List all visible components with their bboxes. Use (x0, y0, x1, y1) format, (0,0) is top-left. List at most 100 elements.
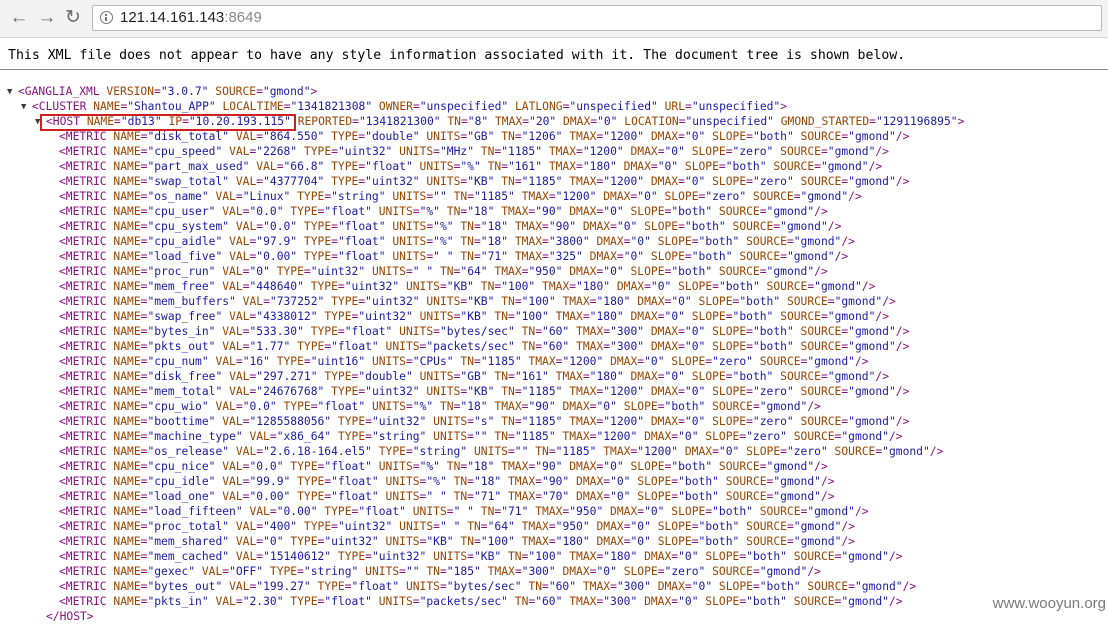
xml-attr-name: VAL (229, 535, 257, 548)
xml-metric-element: <METRIC NAME="load_fifteen" VAL="0.00" T… (59, 505, 869, 518)
forward-arrow-icon[interactable]: → (36, 7, 58, 29)
xml-attr-name: DMAX (555, 400, 590, 413)
url-text[interactable]: 121.14.161.143:8649 (120, 9, 262, 26)
xml-attr-value: "machine_type" (147, 430, 243, 443)
xml-attr-value: " " (412, 265, 434, 278)
xml-metric-element: <METRIC NAME="mem_total" VAL="24676768" … (59, 385, 910, 398)
xml-attr-name: TN (494, 385, 515, 398)
xml-tag-name: <METRIC (59, 430, 107, 443)
xml-attr-value: "300" (610, 325, 645, 338)
xml-attr-name: TMAX (494, 205, 529, 218)
xml-attr-value: "1200" (603, 130, 645, 143)
address-bar[interactable]: 121.14.161.143:8649 (92, 5, 1102, 31)
expand-toggle-icon[interactable]: ▼ (7, 85, 12, 100)
xml-attr-value: "180" (603, 550, 638, 563)
expand-toggle-icon[interactable]: ▼ (21, 100, 26, 115)
xml-attr-value: "mem_free" (147, 280, 216, 293)
xml-attr-value: "1185" (474, 190, 515, 203)
xml-attr-value: "99.9" (249, 475, 291, 488)
xml-attr-name: SLOPE (657, 190, 699, 203)
xml-attr-value: "4338012" (256, 310, 318, 323)
xml-attr-name: TYPE (290, 340, 325, 353)
xml-attr-value: "gmond" (848, 130, 896, 143)
xml-attr-name: SLOPE (705, 325, 747, 338)
xml-attr-value: "cpu_wio" (147, 400, 209, 413)
xml-attr-name: DMAX (644, 340, 679, 353)
xml-attr-value: "KB" (426, 535, 454, 548)
xml-attr-name: NAME (106, 550, 141, 563)
xml-attr-name: UNITS (378, 535, 420, 548)
xml-attr-name: TYPE (371, 445, 406, 458)
xml-attr-name: TYPE (317, 310, 352, 323)
xml-attr-name: VAL (222, 145, 250, 158)
xml-attr-name: TMAX (569, 340, 604, 353)
xml-tag-name: <METRIC (59, 280, 107, 293)
xml-attr-name: DMAX (569, 475, 604, 488)
xml-attr-name: TYPE (290, 490, 325, 503)
xml-attr-value: "both" (678, 475, 719, 488)
xml-attr-name: TMAX (514, 520, 549, 533)
xml-attr-name: TYPE (331, 415, 366, 428)
xml-attr-name: VAL (242, 505, 270, 518)
xml-attr-name: TMAX (508, 235, 543, 248)
xml-attr-value: "%" (433, 235, 454, 248)
xml-attr-value: "gmond" (262, 85, 311, 98)
xml-attr-name: TN (473, 505, 495, 518)
xml-attr-name: SOURCE (725, 220, 774, 233)
xml-attr-name: SLOPE (705, 340, 747, 353)
xml-attr-name: DMAX (576, 220, 611, 233)
xml-attr-value: "float" (337, 220, 386, 233)
xml-attr-value: "proc_run" (147, 265, 216, 278)
xml-attr-name: VAL (215, 265, 243, 278)
xml-attr-value: " " (426, 490, 447, 503)
xml-attr-value: "uint32" (310, 265, 366, 278)
xml-attr-name: UNITS (405, 505, 447, 518)
xml-attr-value: "0" (684, 340, 706, 353)
xml-attr-value: "0" (630, 535, 651, 548)
xml-attr-value: "gmond" (827, 145, 876, 158)
xml-attr-value: "zero" (664, 565, 706, 578)
xml-attr-name: NAME (106, 160, 141, 173)
xml-attr-name: UNITS (392, 520, 434, 533)
xml-attr-value: "90" (528, 400, 556, 413)
xml-tag-name: <METRIC (59, 475, 107, 488)
xml-attr-value: "gmond" (807, 355, 855, 368)
xml-attr-name: VAL (249, 160, 277, 173)
xml-attr-name: DMAX (589, 235, 624, 248)
xml-attr-name: SOURCE (759, 280, 808, 293)
xml-attr-name: SLOPE (623, 265, 665, 278)
xml-attr-name: TYPE (297, 145, 332, 158)
xml-attr-name: DMAX (616, 160, 651, 173)
xml-attr-name: TYPE (283, 205, 318, 218)
xml-attr-name: TMAX (569, 325, 604, 338)
xml-attr-value: "18" (467, 205, 495, 218)
xml-attr-value: "0.0" (242, 400, 277, 413)
xml-attr-name: NAME (106, 265, 141, 278)
xml-root-element[interactable]: ▼ <GANGLIA_XML VERSION="3.0.7" SOURCE="gm… (7, 84, 317, 99)
xml-attr-value: "both" (725, 160, 767, 173)
xml-attr-name: TYPE (297, 220, 332, 233)
xml-attr-value: "161" (508, 160, 543, 173)
xml-attr-name: VAL (222, 250, 250, 263)
xml-attr-value: "0" (684, 175, 706, 188)
page-info-icon[interactable] (100, 11, 113, 24)
xml-attr-value: "950" (569, 505, 604, 518)
xml-attr-value: "1185" (501, 145, 543, 158)
xml-attr-name: TMAX (508, 220, 543, 233)
xml-attr-value: "gmond" (848, 415, 896, 428)
xml-attr-name: SOURCE (773, 145, 821, 158)
xml-tag-name: <METRIC (59, 190, 107, 203)
xml-attr-value: "gmond" (882, 445, 930, 458)
xml-attr-value: "8" (467, 115, 489, 128)
xml-attr-value: "uint32" (337, 145, 393, 158)
xml-attr-name: SOURCE (739, 535, 787, 548)
xml-attr-name: VAL (195, 565, 223, 578)
xml-attr-name: TYPE (276, 400, 311, 413)
xml-attr-name: UNITS (419, 130, 461, 143)
back-arrow-icon[interactable]: ← (8, 7, 30, 29)
xml-attr-name: SOURCE (773, 370, 821, 383)
xml-attr-value: "64" (460, 265, 488, 278)
xml-tag-name: <CLUSTER (32, 100, 87, 113)
reload-icon[interactable]: ↻ (62, 7, 84, 29)
xml-cluster-element[interactable]: ▼ <CLUSTER NAME="Shantou_APP" LOCALTIME="… (21, 99, 787, 114)
